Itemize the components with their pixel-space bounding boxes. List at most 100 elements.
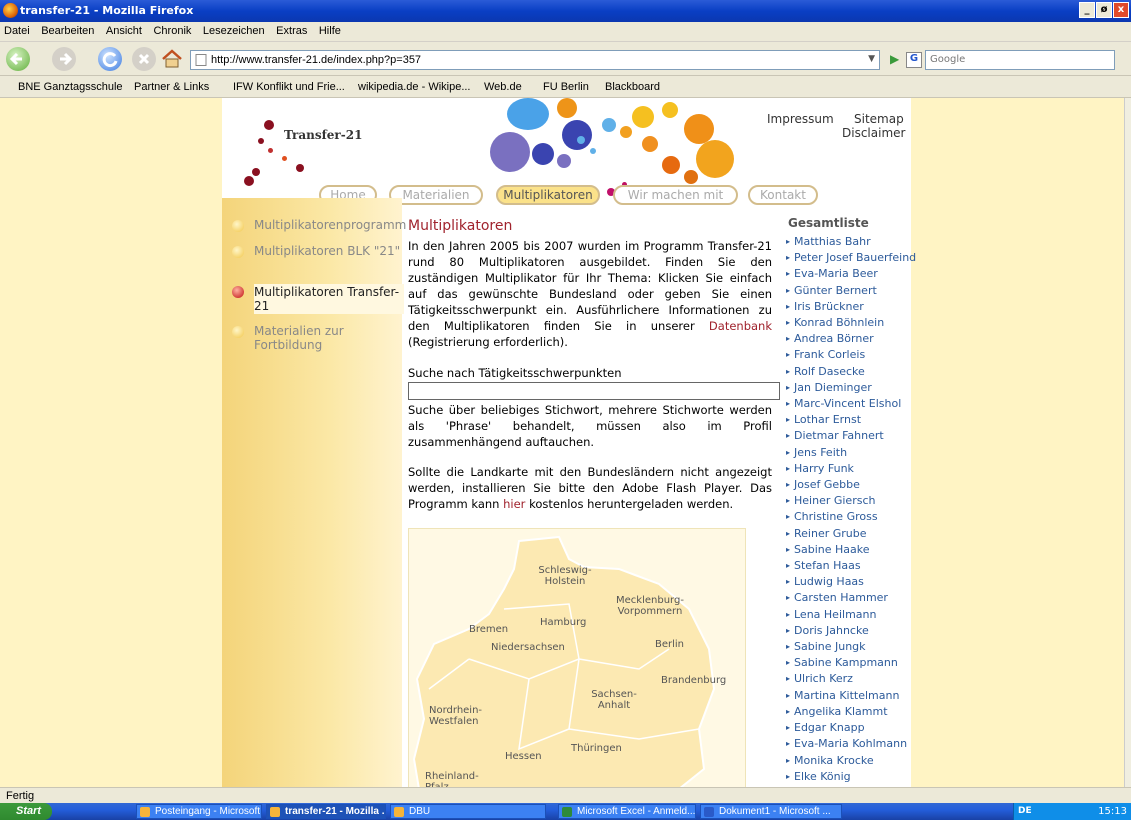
window-titlebar[interactable]: transfer-21 - Mozilla Firefox _ ø x <box>0 0 1131 22</box>
person-link[interactable]: ▸ Eva-Maria Beer <box>786 266 913 282</box>
disclaimer-link[interactable]: Disclaimer <box>842 126 905 140</box>
map-label-hamburg[interactable]: Hamburg <box>540 617 586 628</box>
person-link[interactable]: ▸ Edgar Knapp <box>786 720 913 736</box>
person-link[interactable]: ▸ Heiner Giersch <box>786 493 913 509</box>
map-label-sachsen-anhalt[interactable]: Sachsen-Anhalt <box>589 689 639 711</box>
person-link[interactable]: ▸ Martina Kittelmann <box>786 688 913 704</box>
app-icon <box>140 807 150 817</box>
taskbar-item-firefox[interactable]: transfer-21 - Mozilla ... <box>266 804 386 819</box>
person-link[interactable]: ▸ Andrea Börner <box>786 331 913 347</box>
person-link[interactable]: ▸ Carsten Hammer <box>786 590 913 606</box>
tab-materialien[interactable]: Materialien <box>389 185 483 205</box>
menu-ansicht[interactable]: Ansicht <box>102 22 146 40</box>
taskbar-item-excel[interactable]: Microsoft Excel - Anmeld... <box>558 804 696 819</box>
taskbar-item-dbu[interactable]: DBU <box>390 804 546 819</box>
person-link[interactable]: ▸ Konrad Böhnlein <box>786 315 913 331</box>
vertical-scrollbar[interactable] <box>1124 98 1131 787</box>
address-bar[interactable]: http://www.transfer-21.de/index.php?p=35… <box>190 50 880 70</box>
reload-button[interactable] <box>98 47 122 71</box>
bookmark-item[interactable]: FU Berlin <box>543 81 589 93</box>
person-link[interactable]: ▸ Sabine Haake <box>786 542 913 558</box>
person-link[interactable]: ▸ Reiner Grube <box>786 526 913 542</box>
person-link[interactable]: ▸ Rolf Dasecke <box>786 364 913 380</box>
search-input[interactable]: Google <box>925 50 1115 70</box>
taskbar-item-outlook[interactable]: Posteingang - Microsoft ... <box>136 804 262 819</box>
search-engine-icon[interactable]: G <box>906 52 922 68</box>
map-label-thueringen[interactable]: Thüringen <box>571 743 622 754</box>
menu-datei[interactable]: Datei <box>0 22 34 40</box>
person-link[interactable]: ▸ Sabine Kampmann <box>786 655 913 671</box>
bookmark-item[interactable]: Partner & Links <box>134 81 209 93</box>
map-label-sh[interactable]: Schleswig-Holstein <box>535 565 595 587</box>
person-link[interactable]: ▸ Christine Gross <box>786 509 913 525</box>
logo-dot <box>282 156 287 161</box>
stop-button[interactable] <box>132 47 156 71</box>
person-link[interactable]: ▸ Harry Funk <box>786 461 913 477</box>
person-link[interactable]: ▸ Eva-Maria Kohlmann <box>786 736 913 752</box>
impressum-link[interactable]: Impressum <box>767 112 834 126</box>
back-button[interactable] <box>6 47 30 71</box>
map-label-rheinland-pfalz[interactable]: Rheinland-Pfalz <box>425 771 479 787</box>
maximize-button[interactable]: ø <box>1096 2 1112 18</box>
bullet-arrow-icon: ▸ <box>786 463 791 473</box>
person-link[interactable]: ▸ Lena Heilmann <box>786 607 913 623</box>
person-link[interactable]: ▸ Lothar Ernst <box>786 412 913 428</box>
map-label-nrw[interactable]: Nordrhein-Westfalen <box>429 705 489 727</box>
person-link[interactable]: ▸ Iris Brückner <box>786 299 913 315</box>
person-link[interactable]: ▸ Monika Krocke <box>786 753 913 769</box>
person-link[interactable]: ▸ Sabine Jungk <box>786 639 913 655</box>
map-label-brandenburg[interactable]: Brandenburg <box>661 675 726 686</box>
sitemap-link[interactable]: Sitemap <box>854 112 904 126</box>
person-link[interactable]: ▸ Elke König <box>786 769 913 785</box>
tab-wir-machen-mit[interactable]: Wir machen mit <box>613 185 738 205</box>
address-input[interactable]: http://www.transfer-21.de/index.php?p=35… <box>211 54 421 66</box>
person-link[interactable]: ▸ Jan Dieminger <box>786 380 913 396</box>
person-link[interactable]: ▸ Angelika Klammt <box>786 704 913 720</box>
forward-button[interactable] <box>52 47 76 71</box>
person-link[interactable]: ▸ Marc-Vincent Elshol <box>786 396 913 412</box>
map-label-mv[interactable]: Mecklenburg-Vorpommern <box>615 595 685 617</box>
person-link[interactable]: ▸ Frank Corleis <box>786 347 913 363</box>
go-button[interactable]: ▶ <box>890 52 906 68</box>
language-indicator[interactable]: DE <box>1018 803 1032 820</box>
person-link[interactable]: ▸ Stefan Haas <box>786 558 913 574</box>
home-button[interactable] <box>160 47 184 71</box>
menu-hilfe[interactable]: Hilfe <box>315 22 345 40</box>
map-label-hessen[interactable]: Hessen <box>505 751 542 762</box>
menu-chronik[interactable]: Chronik <box>149 22 195 40</box>
map-label-bremen[interactable]: Bremen <box>469 624 508 635</box>
bookmark-item[interactable]: Blackboard <box>605 81 660 93</box>
menu-bearbeiten[interactable]: Bearbeiten <box>37 22 98 40</box>
tab-multiplikatoren[interactable]: Multiplikatoren <box>496 185 600 205</box>
person-link[interactable]: ▸ Matthias Bahr <box>786 234 913 250</box>
person-link[interactable]: ▸ Doris Jahncke <box>786 623 913 639</box>
person-link[interactable]: ▸ Dietmar Fahnert <box>786 428 913 444</box>
person-link[interactable]: ▸ Peter Josef Bauerfeind <box>786 250 916 266</box>
datenbank-link[interactable]: Datenbank <box>709 319 772 333</box>
site-logo[interactable]: Transfer-21 <box>284 128 362 142</box>
start-button[interactable]: Start <box>0 803 52 820</box>
person-link[interactable]: ▸ Günter Bernert <box>786 283 913 299</box>
menu-lesezeichen[interactable]: Lesezeichen <box>199 22 269 40</box>
taskbar-item-word[interactable]: Dokument1 - Microsoft ... <box>700 804 842 819</box>
bookmark-item[interactable]: IFW Konflikt und Frie... <box>233 81 345 93</box>
person-link[interactable]: ▸ Josef Gebbe <box>786 477 913 493</box>
minimize-button[interactable]: _ <box>1079 2 1095 18</box>
close-button[interactable]: x <box>1113 2 1129 18</box>
map-label-niedersachsen[interactable]: Niedersachsen <box>491 642 565 653</box>
person-link[interactable]: ▸ Ludwig Haas <box>786 574 913 590</box>
map-label-berlin[interactable]: Berlin <box>655 639 684 650</box>
menu-extras[interactable]: Extras <box>272 22 311 40</box>
person-link[interactable]: ▸ Ulrich Kerz <box>786 671 913 687</box>
download-link[interactable]: hier <box>503 497 525 511</box>
person-link[interactable]: ▸ Jens Feith <box>786 445 913 461</box>
germany-map[interactable]: Schleswig-Holstein Mecklenburg-Vorpommer… <box>408 528 746 787</box>
header-circle <box>562 120 592 150</box>
bookmark-item[interactable]: Web.de <box>484 81 522 93</box>
dropdown-arrow-icon[interactable]: ▼ <box>868 54 875 64</box>
bookmark-item[interactable]: wikipedia.de - Wikipe... <box>358 81 471 93</box>
taetigkeit-search-input[interactable] <box>408 382 780 400</box>
bookmark-item[interactable]: BNE Ganztagsschule <box>18 81 123 93</box>
bullet-arrow-icon: ▸ <box>786 318 791 328</box>
tab-kontakt[interactable]: Kontakt <box>748 185 818 205</box>
